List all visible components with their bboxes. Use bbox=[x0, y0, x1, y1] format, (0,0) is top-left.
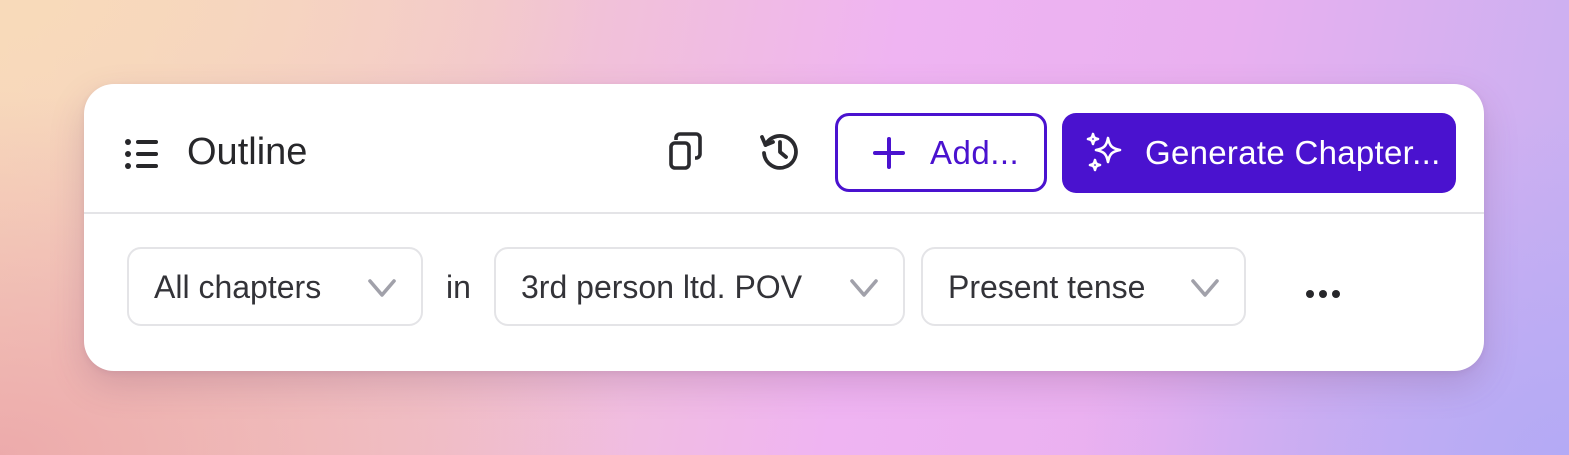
pov-dropdown-value: 3rd person ltd. POV bbox=[521, 268, 803, 305]
generate-chapter-button[interactable]: Generate Chapter... bbox=[1062, 113, 1456, 193]
add-button[interactable]: Add... bbox=[835, 113, 1047, 192]
copy-button[interactable] bbox=[658, 125, 714, 181]
more-horizontal-icon bbox=[1305, 286, 1341, 304]
sparkles-icon bbox=[1084, 132, 1126, 174]
chevron-down-icon bbox=[849, 273, 879, 303]
chevron-down-icon bbox=[367, 273, 397, 303]
more-options-button[interactable] bbox=[1296, 268, 1350, 322]
history-icon bbox=[758, 129, 802, 178]
chevron-down-icon bbox=[1190, 273, 1220, 303]
outline-header: Outline Add... Generate Chapter... bbox=[84, 84, 1484, 214]
connector-text: in bbox=[446, 269, 471, 305]
plus-icon bbox=[872, 136, 906, 170]
panel-title: Outline bbox=[187, 131, 308, 173]
history-button[interactable] bbox=[752, 125, 808, 181]
tense-dropdown-value: Present tense bbox=[948, 268, 1146, 305]
outline-panel: Outline Add... Generate Chapter... All c… bbox=[84, 84, 1484, 371]
tense-dropdown[interactable]: Present tense bbox=[921, 247, 1246, 326]
add-button-label: Add... bbox=[930, 133, 1020, 171]
list-icon bbox=[124, 136, 160, 172]
chapters-dropdown-value: All chapters bbox=[154, 268, 322, 305]
pov-dropdown[interactable]: 3rd person ltd. POV bbox=[494, 247, 905, 326]
copy-icon bbox=[668, 131, 704, 176]
chapters-dropdown[interactable]: All chapters bbox=[127, 247, 423, 326]
generate-chapter-label: Generate Chapter... bbox=[1145, 134, 1441, 171]
